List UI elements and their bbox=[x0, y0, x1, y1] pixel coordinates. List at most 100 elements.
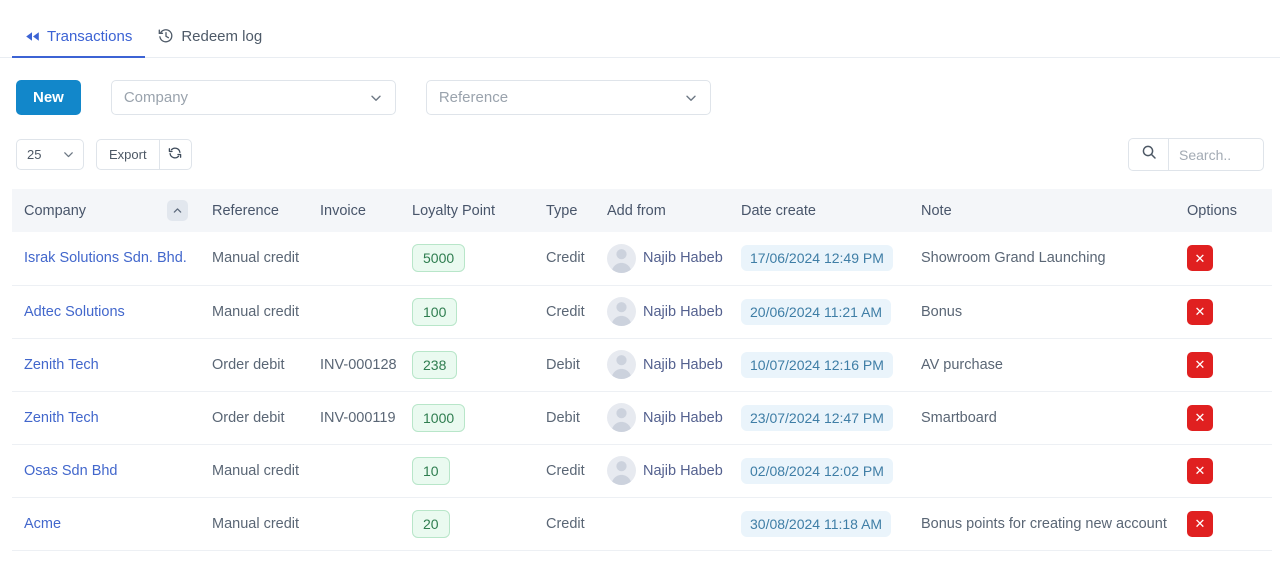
company-link[interactable]: Osas Sdn Bhd bbox=[24, 463, 118, 479]
cell-loyalty-point: 5000 bbox=[402, 232, 536, 286]
add-from-name: Najib Habeb bbox=[643, 250, 723, 267]
add-from-name: Najib Habeb bbox=[643, 409, 723, 426]
export-button[interactable]: Export bbox=[96, 139, 159, 170]
cell-note: Smartboard bbox=[911, 391, 1177, 445]
company-link[interactable]: Israk Solutions Sdn. Bhd. bbox=[24, 250, 187, 266]
cell-loyalty-point: 238 bbox=[402, 338, 536, 392]
cell-reference: Order debit bbox=[202, 391, 310, 445]
reference-filter-select[interactable]: Reference bbox=[425, 80, 711, 115]
avatar bbox=[607, 350, 636, 379]
cell-date-create: 17/06/2024 12:49 PM bbox=[731, 232, 911, 286]
company-link[interactable]: Adtec Solutions bbox=[24, 304, 125, 320]
search-input[interactable] bbox=[1168, 138, 1264, 171]
delete-row-button[interactable]: ✕ bbox=[1187, 245, 1213, 272]
cell-company: Israk Solutions Sdn. Bhd. bbox=[12, 232, 202, 286]
cell-note: Bonus bbox=[911, 285, 1177, 339]
table-toolbar: 25 Export bbox=[0, 115, 1280, 171]
table-row: Osas Sdn Bhd Manual credit 10 Credit Najib H… bbox=[12, 444, 1272, 498]
tab-transactions[interactable]: Transactions bbox=[12, 28, 146, 58]
chevron-down-icon bbox=[684, 91, 698, 105]
refresh-icon bbox=[168, 146, 182, 163]
column-header-options: Options bbox=[1177, 189, 1272, 232]
column-header-invoice[interactable]: Invoice bbox=[310, 189, 402, 232]
cell-type: Credit bbox=[536, 232, 597, 286]
cell-add-from: Najib Habeb bbox=[597, 444, 731, 498]
cell-add-from: Najib Habeb bbox=[597, 338, 731, 392]
column-header-note[interactable]: Note bbox=[911, 189, 1177, 232]
cell-invoice bbox=[310, 285, 402, 339]
column-header-add-from[interactable]: Add from bbox=[597, 189, 731, 232]
delete-row-button[interactable]: ✕ bbox=[1187, 404, 1213, 431]
cell-loyalty-point: 1000 bbox=[402, 391, 536, 445]
loyalty-point-badge: 5000 bbox=[412, 244, 466, 273]
avatar bbox=[607, 243, 636, 273]
tab-redeem-log[interactable]: Redeem log bbox=[145, 28, 275, 57]
chevron-up-icon[interactable] bbox=[167, 200, 188, 221]
cell-options: ✕ bbox=[1177, 497, 1272, 551]
cell-note: AV purchase bbox=[911, 338, 1177, 392]
cell-company: Acme bbox=[12, 497, 202, 551]
company-filter-select[interactable]: Company bbox=[110, 80, 396, 115]
cell-type: Debit bbox=[536, 338, 597, 392]
avatar bbox=[607, 297, 636, 326]
history-icon bbox=[158, 28, 174, 44]
cell-note bbox=[911, 444, 1177, 498]
page-length-select[interactable]: 25 bbox=[16, 139, 84, 170]
add-from-name: Najib Habeb bbox=[643, 356, 723, 373]
column-header-type[interactable]: Type bbox=[536, 189, 597, 232]
cell-reference: Manual credit bbox=[202, 232, 310, 286]
avatar bbox=[607, 403, 636, 432]
cell-company: Zenith Tech bbox=[12, 391, 202, 445]
column-header-loyalty-point[interactable]: Loyalty Point bbox=[402, 189, 536, 232]
cell-options: ✕ bbox=[1177, 338, 1272, 392]
date-create-badge: 23/07/2024 12:47 PM bbox=[741, 404, 893, 431]
rewind-icon bbox=[25, 30, 40, 43]
search-button[interactable] bbox=[1128, 138, 1168, 171]
cell-options: ✕ bbox=[1177, 232, 1272, 286]
cell-reference: Manual credit bbox=[202, 285, 310, 339]
cell-loyalty-point: 20 bbox=[402, 497, 536, 551]
cell-add-from: Najib Habeb bbox=[597, 285, 731, 339]
cell-add-from bbox=[597, 497, 731, 551]
cell-type: Credit bbox=[536, 285, 597, 339]
cell-date-create: 23/07/2024 12:47 PM bbox=[731, 391, 911, 445]
search-group bbox=[1128, 138, 1264, 171]
delete-row-button[interactable]: ✕ bbox=[1187, 298, 1213, 325]
table-row: Zenith Tech Order debit INV-000128 238 Debit… bbox=[12, 338, 1272, 392]
tab-transactions-label: Transactions bbox=[47, 28, 133, 45]
delete-row-button[interactable]: ✕ bbox=[1187, 457, 1213, 484]
column-header-company[interactable]: Company bbox=[12, 189, 202, 232]
cell-options: ✕ bbox=[1177, 285, 1272, 339]
column-header-date-create[interactable]: Date create bbox=[731, 189, 911, 232]
table-header-row: Company Reference Invoice Loyalty Point … bbox=[12, 189, 1272, 232]
cell-invoice bbox=[310, 444, 402, 498]
cell-type: Debit bbox=[536, 391, 597, 445]
delete-row-button[interactable]: ✕ bbox=[1187, 510, 1213, 537]
cell-reference: Manual credit bbox=[202, 497, 310, 551]
delete-row-button[interactable]: ✕ bbox=[1187, 351, 1213, 378]
cell-loyalty-point: 100 bbox=[402, 285, 536, 339]
loyalty-point-badge: 1000 bbox=[412, 403, 466, 432]
cell-options: ✕ bbox=[1177, 444, 1272, 498]
company-link[interactable]: Zenith Tech bbox=[24, 410, 99, 426]
add-from-name: Najib Habeb bbox=[643, 462, 723, 479]
refresh-button[interactable] bbox=[158, 139, 192, 170]
cell-options: ✕ bbox=[1177, 391, 1272, 445]
transactions-table-container: Company Reference Invoice Loyalty Point … bbox=[0, 171, 1280, 551]
chevron-down-icon bbox=[369, 91, 383, 105]
company-link[interactable]: Acme bbox=[24, 516, 61, 532]
avatar bbox=[607, 456, 636, 485]
cell-invoice bbox=[310, 232, 402, 286]
page-length-value: 25 bbox=[27, 147, 42, 162]
company-link[interactable]: Zenith Tech bbox=[24, 357, 99, 373]
column-header-company-label: Company bbox=[24, 202, 87, 219]
new-button[interactable]: New bbox=[16, 80, 81, 115]
column-header-reference[interactable]: Reference bbox=[202, 189, 310, 232]
loyalty-point-badge: 10 bbox=[412, 456, 450, 485]
cell-type: Credit bbox=[536, 497, 597, 551]
cell-note: Bonus points for creating new account bbox=[911, 497, 1177, 551]
add-from-name: Najib Habeb bbox=[643, 303, 723, 320]
cell-loyalty-point: 10 bbox=[402, 444, 536, 498]
loyalty-point-badge: 238 bbox=[412, 350, 458, 379]
table-row: Zenith Tech Order debit INV-000119 1000 Debi… bbox=[12, 391, 1272, 445]
